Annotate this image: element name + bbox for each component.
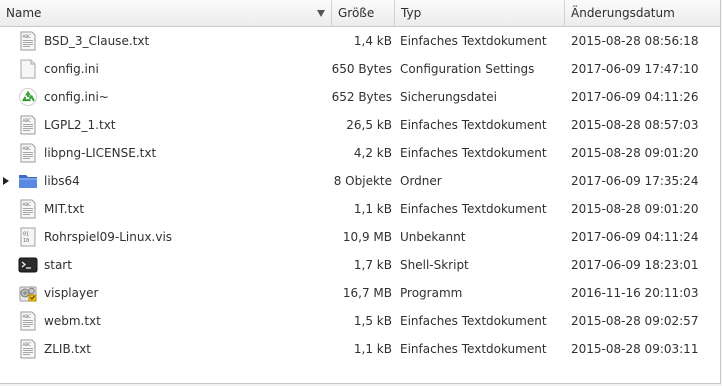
svg-text:ABC: ABC [23,202,32,207]
svg-text:ABC: ABC [23,34,32,39]
file-name: start [44,258,72,272]
file-modified-date: 2015-08-28 09:01:20 [571,146,699,160]
file-row[interactable]: config.ini~ 652 Bytes Sicherungsdatei 2017-… [0,83,720,111]
executable-icon [18,283,38,303]
file-row[interactable]: ABC webm.txt 1,5 kB Einfaches Textdokument 2… [0,307,720,335]
file-modified-date: 2017-06-09 17:47:10 [571,62,699,76]
text-file-icon: ABC [18,311,38,331]
expand-arrow-icon[interactable] [3,177,9,185]
file-type: Einfaches Textdokument [400,146,547,160]
file-size: 16,7 MB [342,286,392,300]
file-row[interactable]: ABC LGPL2_1.txt 26,5 kB Einfaches Textdokum… [0,111,720,139]
binary-file-icon: 01 10 [18,227,38,247]
file-modified-date: 2015-08-28 08:57:03 [571,118,699,132]
file-name: libpng-LICENSE.txt [44,146,157,160]
file-name: config.ini [44,62,99,76]
file-size: 10,9 MB [342,230,392,244]
svg-text:ABC: ABC [23,314,32,319]
column-header-size[interactable]: Größe [332,0,395,26]
sort-descending-icon [317,10,325,17]
terminal-icon [18,255,38,275]
file-modified-date: 2017-06-09 04:11:24 [571,230,699,244]
file-modified-date: 2015-08-28 09:02:57 [571,314,699,328]
svg-text:ABC: ABC [23,342,32,347]
file-type: Einfaches Textdokument [400,34,547,48]
file-size: 4,2 kB [353,146,392,160]
file-size: 1,1 kB [353,202,392,216]
file-name: Rohrspiel09-Linux.vis [44,230,173,244]
file-size: 1,7 kB [353,258,392,272]
column-header-type[interactable]: Typ [395,0,565,26]
svg-text:01: 01 [23,232,29,238]
file-size: 1,1 kB [353,342,392,356]
file-modified-date: 2017-06-09 04:11:26 [571,90,699,104]
file-row[interactable]: ABC ZLIB.txt 1,1 kB Einfaches Textdokument 2… [0,335,720,363]
svg-text:10: 10 [23,238,29,244]
column-header-name[interactable]: Name [0,0,332,26]
file-type: Einfaches Textdokument [400,314,547,328]
file-type: Einfaches Textdokument [400,202,547,216]
file-size: 652 Bytes [331,90,392,104]
file-size: 26,5 kB [346,118,392,132]
file-size: 8 Objekte [333,174,392,188]
file-type: Programm [400,286,463,300]
text-file-icon: ABC [18,115,38,135]
file-size: 1,5 kB [353,314,392,328]
column-header-size-label: Größe [338,6,375,20]
file-row[interactable]: ABC libpng-LICENSE.txt 4,2 kB Einfaches Tex… [0,139,720,167]
file-row[interactable]: libs64 8 Objekte Ordner 2017-06-09 17:35:24 [0,167,720,195]
column-header-bar: Name Größe Typ Änderungsdatum [0,0,720,27]
file-modified-date: 2015-08-28 08:56:18 [571,34,699,48]
file-type: Einfaches Textdokument [400,342,547,356]
file-modified-date: 2015-08-28 09:03:11 [571,342,699,356]
file-list-view: Name Größe Typ Änderungsdatum ABC BSD_3_C… [0,0,721,384]
file-name: BSD_3_Clause.txt [44,34,150,48]
file-row[interactable]: ABC BSD_3_Clause.txt 1,4 kB Einfaches Textd… [0,27,720,55]
file-row[interactable]: 01 10 Rohrspiel09-Linux.vis 10,9 MB Unbekann… [0,223,720,251]
file-modified-date: 2017-06-09 18:23:01 [571,258,699,272]
file-size: 650 Bytes [331,62,392,76]
file-name: visplayer [44,286,99,300]
file-row[interactable]: config.ini 650 Bytes Configuration Setting… [0,55,720,83]
text-file-icon: ABC [18,199,38,219]
column-header-date[interactable]: Änderungsdatum [565,0,720,26]
file-size: 1,4 kB [353,34,392,48]
file-type: Unbekannt [400,230,466,244]
text-file-icon: ABC [18,339,38,359]
backup-file-icon [18,87,38,107]
file-type: Einfaches Textdokument [400,118,547,132]
file-modified-date: 2017-06-09 17:35:24 [571,174,699,188]
svg-text:ABC: ABC [23,118,32,123]
column-header-name-label: Name [6,6,42,20]
file-modified-date: 2015-08-28 09:01:20 [571,202,699,216]
file-type: Ordner [400,174,442,188]
folder-icon [18,171,38,191]
file-name: webm.txt [44,314,101,328]
text-file-icon: ABC [18,143,38,163]
column-header-date-label: Änderungsdatum [571,6,675,20]
file-name: config.ini~ [44,90,109,104]
file-type: Shell-Skript [400,258,469,272]
file-name: LGPL2_1.txt [44,118,116,132]
file-type: Sicherungsdatei [400,90,497,104]
file-modified-date: 2016-11-16 20:11:03 [571,286,699,300]
svg-text:ABC: ABC [23,146,32,151]
file-type: Configuration Settings [400,62,535,76]
blank-file-icon [18,59,38,79]
file-name: libs64 [44,174,80,188]
text-file-icon: ABC [18,31,38,51]
column-header-type-label: Typ [401,6,422,20]
file-row[interactable]: start 1,7 kB Shell-Skript 2017-06-09 18:23:… [0,251,720,279]
file-name: ZLIB.txt [44,342,92,356]
file-name: MIT.txt [44,202,85,216]
file-row[interactable]: visplayer 16,7 MB Programm 2016-11-16 20:11… [0,279,720,307]
file-row[interactable]: ABC MIT.txt 1,1 kB Einfaches Textdokument 20… [0,195,720,223]
